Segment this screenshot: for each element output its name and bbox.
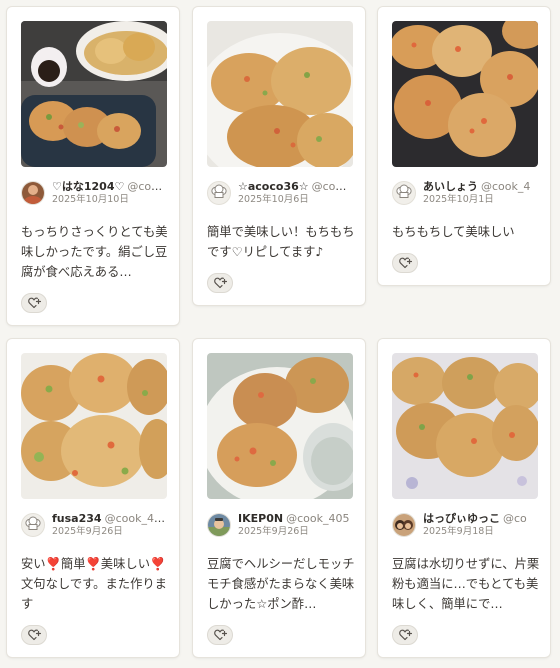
like-button[interactable] xyxy=(207,273,233,293)
report-card[interactable]: fusa234 @cook_406 2025年9月26日 安い❣️簡単❣️美味しい… xyxy=(7,339,179,657)
report-comment: 豆腐は水切りせずに、片栗粉も適当に…でもとても美味しく、簡単にで… xyxy=(392,557,540,611)
heart-plus-icon xyxy=(27,297,41,309)
report-author[interactable]: ♡はな1204♡ @cook_ 2025年10月10日 xyxy=(21,180,167,206)
report-author[interactable]: IKEP0N @cook_405 2025年9月26日 xyxy=(207,512,353,538)
author-id: @cook_405 xyxy=(286,512,350,525)
report-author[interactable]: fusa234 @cook_406 2025年9月26日 xyxy=(21,512,167,538)
heart-plus-icon xyxy=(27,629,41,641)
heart-plus-icon xyxy=(213,629,227,641)
report-comment: 豆腐でヘルシーだしモッチモチ食感がたまらなく美味しかった☆ポン酢… xyxy=(207,557,355,611)
report-date: 2025年10月1日 xyxy=(423,194,494,205)
author-name[interactable]: fusa234 xyxy=(52,512,102,525)
user-photo-icon xyxy=(392,513,416,537)
report-date: 2025年9月18日 xyxy=(423,526,494,537)
report-card[interactable]: ♡はな1204♡ @cook_ 2025年10月10日 もっちりさっくりとても美味… xyxy=(7,7,179,325)
author-name[interactable]: はっぴぃゆっこ xyxy=(423,512,500,525)
heart-plus-icon xyxy=(398,629,412,641)
user-photo-icon xyxy=(21,181,45,205)
report-author[interactable]: はっぴぃゆっこ @co 2025年9月18日 xyxy=(392,512,538,538)
report-date: 2025年9月26日 xyxy=(52,526,123,537)
author-name[interactable]: ☆acoco36☆ xyxy=(238,180,309,193)
report-author[interactable]: ☆acoco36☆ @cook_ 2025年10月6日 xyxy=(207,180,353,206)
report-comment: 安い❣️簡単❣️美味しい❣️文句なしです。また作ります xyxy=(21,557,167,611)
report-card[interactable]: ☆acoco36☆ @cook_ 2025年10月6日 簡単で美味しい！もちもちで… xyxy=(193,7,365,305)
author-id: @co xyxy=(503,512,527,525)
report-date: 2025年10月10日 xyxy=(52,194,129,205)
like-button[interactable] xyxy=(392,625,418,645)
report-author[interactable]: あいしょう @cook_4 2025年10月1日 xyxy=(392,180,538,206)
author-id: @cook_ xyxy=(127,180,167,193)
report-date: 2025年10月6日 xyxy=(238,194,309,205)
chef-hat-icon xyxy=(207,181,231,205)
report-photo[interactable] xyxy=(207,353,353,499)
report-comment: もちもちして美味しい xyxy=(392,225,515,239)
report-card[interactable]: あいしょう @cook_4 2025年10月1日 もちもちして美味しい xyxy=(378,7,550,285)
report-comment: もっちりさっくりとても美味しかったです。絹ごし豆腐が食べ応えある… xyxy=(21,225,168,279)
author-name[interactable]: ♡はな1204♡ xyxy=(52,180,124,193)
heart-plus-icon xyxy=(213,277,227,289)
heart-plus-icon xyxy=(398,257,412,269)
like-button[interactable] xyxy=(21,625,47,645)
like-button[interactable] xyxy=(207,625,233,645)
chef-hat-icon xyxy=(21,513,45,537)
report-card[interactable]: IKEP0N @cook_405 2025年9月26日 豆腐でヘルシーだしモッチモ… xyxy=(193,339,365,657)
report-photo[interactable] xyxy=(392,21,538,167)
chef-hat-icon xyxy=(392,181,416,205)
report-photo[interactable] xyxy=(21,353,167,499)
author-id: @cook_4 xyxy=(481,180,531,193)
report-photo[interactable] xyxy=(392,353,538,499)
author-id: @cook_ xyxy=(311,180,353,193)
report-date: 2025年9月26日 xyxy=(238,526,309,537)
report-comment: 簡単で美味しい！もちもちです♡リピしてます♪ xyxy=(207,225,355,259)
report-photo[interactable] xyxy=(207,21,353,167)
report-photo[interactable] xyxy=(21,21,167,167)
author-name[interactable]: あいしょう xyxy=(423,180,478,193)
author-name[interactable]: IKEP0N xyxy=(238,512,283,525)
user-photo-icon xyxy=(207,513,231,537)
like-button[interactable] xyxy=(392,253,418,273)
report-card[interactable]: はっぴぃゆっこ @co 2025年9月18日 豆腐は水切りせずに、片栗粉も適当に…… xyxy=(378,339,550,657)
like-button[interactable] xyxy=(21,293,47,313)
author-id: @cook_406 xyxy=(104,512,167,525)
